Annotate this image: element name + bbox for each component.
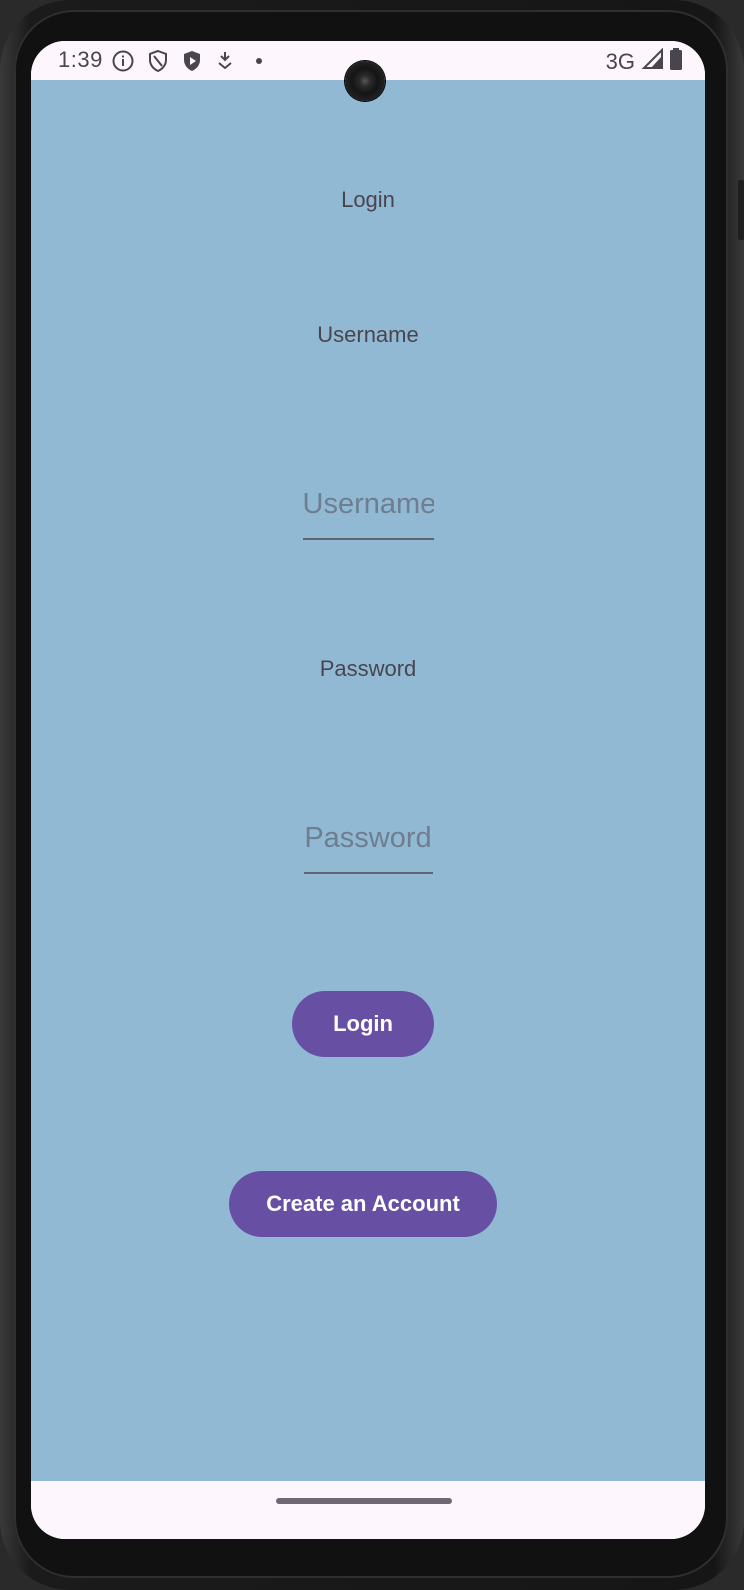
shield-icon [147, 49, 169, 73]
login-screen: Login Username Password Login Create an … [31, 80, 705, 1481]
signal-icon [641, 47, 663, 75]
username-label: Username [317, 322, 419, 347]
device-frame: 1:39 3G Login Username Username Password… [0, 0, 744, 1590]
info-icon [111, 49, 135, 73]
password-field-wrapper [31, 818, 705, 874]
side-button [738, 180, 744, 240]
login-button[interactable]: Login [292, 991, 434, 1057]
password-input[interactable] [303, 818, 433, 874]
play-protect-icon [181, 49, 203, 73]
page-title: Login [341, 187, 395, 212]
username-field-wrapper [31, 484, 705, 540]
home-gesture-handle[interactable] [276, 1498, 452, 1504]
battery-icon [669, 47, 683, 76]
notification-icons [111, 49, 267, 73]
network-type: 3G [605, 48, 635, 74]
navigation-bar [31, 1481, 705, 1539]
download-icon [215, 49, 235, 73]
create-account-button[interactable]: Create an Account [229, 1171, 497, 1237]
password-label: Password [319, 656, 417, 681]
status-time: 1:39 [58, 47, 103, 72]
username-input[interactable] [302, 484, 434, 540]
dot-icon [247, 49, 267, 73]
screen: 1:39 3G Login Username Username Password… [31, 41, 705, 1539]
system-status: 3G [606, 47, 683, 76]
front-camera [345, 61, 385, 101]
